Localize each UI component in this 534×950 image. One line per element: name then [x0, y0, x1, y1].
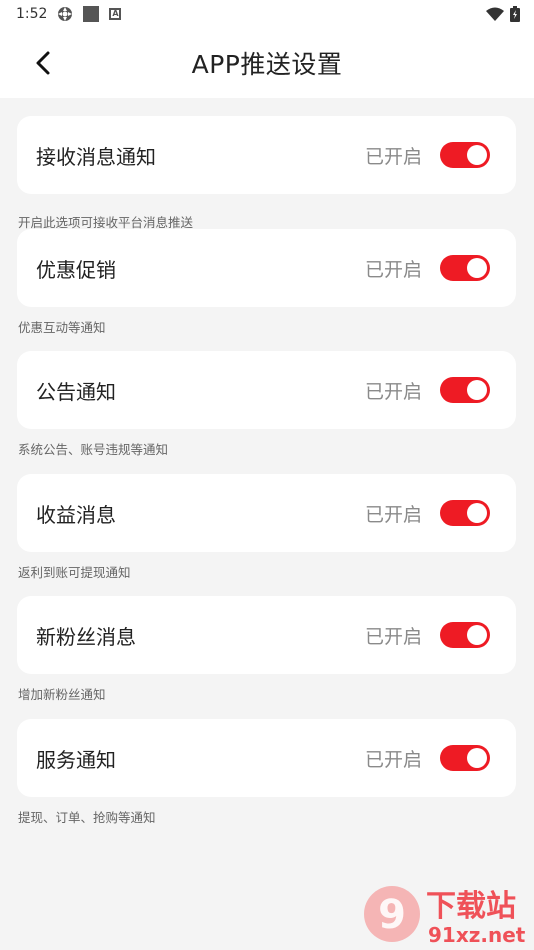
status-bar: 1:52 A: [0, 0, 534, 28]
setting-description: 增加新粉丝通知: [18, 687, 106, 702]
toggle-knob: [467, 625, 487, 645]
setting-row-announcements: 公告通知 已开启: [17, 351, 516, 429]
settings-status-icon: [58, 7, 73, 21]
toggle-switch[interactable]: [440, 142, 490, 168]
setting-description: 优惠互动等通知: [18, 320, 106, 335]
toggle-switch[interactable]: [440, 745, 490, 771]
toggle-knob: [467, 503, 487, 523]
status-time: 1:52: [16, 6, 48, 22]
setting-description: 系统公告、账号违规等通知: [18, 442, 169, 457]
setting-status: 已开启: [364, 625, 422, 648]
toggle-knob: [467, 748, 487, 768]
setting-label: 公告通知: [36, 379, 116, 404]
battery-icon: [510, 6, 520, 22]
setting-label: 接收消息通知: [36, 144, 156, 169]
a-status-icon: A: [109, 8, 122, 20]
setting-status: 已开启: [364, 503, 422, 526]
svg-text:91xz.net: 91xz.net: [428, 923, 526, 947]
toggle-switch[interactable]: [440, 255, 490, 281]
toggle-switch[interactable]: [440, 377, 490, 403]
watermark-logo: 9 下载站 91xz.net: [364, 886, 526, 947]
setting-row-receive-notifications: 接收消息通知 已开启: [17, 116, 516, 194]
settings-list: 接收消息通知 已开启 开启此选项可接收平台消息推送 优惠促销 已开启 优惠互动等…: [0, 98, 534, 950]
setting-status: 已开启: [364, 258, 422, 281]
svg-text:9: 9: [378, 892, 406, 938]
setting-row-earnings: 收益消息 已开启: [17, 474, 516, 552]
setting-description: 提现、订单、抢购等通知: [18, 810, 156, 825]
setting-status: 已开启: [364, 145, 422, 168]
chevron-left-icon[interactable]: [30, 48, 56, 78]
wifi-icon: [486, 7, 504, 21]
setting-label: 优惠促销: [36, 257, 116, 282]
setting-status: 已开启: [364, 380, 422, 403]
setting-description: 返利到账可提现通知: [18, 565, 131, 580]
setting-label: 新粉丝消息: [36, 624, 136, 649]
setting-label: 收益消息: [36, 502, 116, 527]
app-header: APP推送设置: [0, 28, 534, 98]
setting-row-promotions: 优惠促销 已开启: [17, 229, 516, 307]
square-status-icon: [83, 6, 100, 22]
page-title: APP推送设置: [191, 50, 343, 79]
svg-text:下载站: 下载站: [426, 889, 516, 924]
setting-row-service: 服务通知 已开启: [17, 719, 516, 797]
setting-status: 已开启: [364, 748, 422, 771]
toggle-knob: [467, 380, 487, 400]
toggle-switch[interactable]: [440, 622, 490, 648]
setting-row-new-followers: 新粉丝消息 已开启: [17, 596, 516, 674]
toggle-switch[interactable]: [440, 500, 490, 526]
setting-label: 服务通知: [36, 747, 116, 772]
toggle-knob: [467, 258, 487, 278]
toggle-knob: [467, 145, 487, 165]
